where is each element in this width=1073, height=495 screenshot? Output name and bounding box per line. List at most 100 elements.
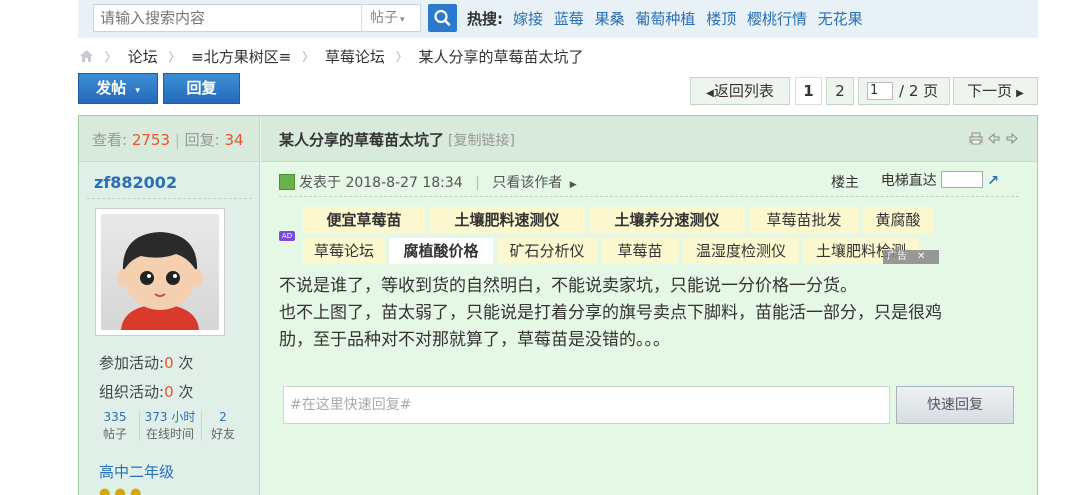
- activity-joined-unit: 次: [178, 354, 194, 372]
- hot-link[interactable]: 果桑: [595, 10, 625, 28]
- next-page-label: 下一页: [967, 82, 1013, 100]
- breadcrumb-item[interactable]: 论坛: [128, 48, 158, 66]
- new-post-button[interactable]: 发帖 ▾: [78, 73, 158, 104]
- post-title-bar: 某人分享的草莓苗太坑了 [复制链接]: [261, 116, 1037, 162]
- author-username[interactable]: zf882002: [94, 173, 177, 192]
- ad-link[interactable]: 草莓论坛: [303, 238, 385, 264]
- activity-joined-label: 参加活动:: [99, 354, 165, 372]
- triangle-left-icon: ◀: [706, 88, 714, 99]
- ad-link[interactable]: 矿石分析仪: [497, 238, 597, 264]
- replies-label: 回复:: [184, 131, 220, 149]
- print-icon[interactable]: [969, 132, 987, 148]
- search-type-label: 帖子: [370, 10, 398, 26]
- replies-count: 34: [224, 131, 244, 149]
- stat-posts[interactable]: 335 帖子: [97, 409, 133, 443]
- ad-badge: AD: [279, 231, 295, 241]
- search-type-select[interactable]: 帖子 ▾: [361, 5, 421, 31]
- page-jump-input[interactable]: 1: [867, 82, 893, 100]
- hot-link[interactable]: 葡萄种植: [635, 10, 695, 28]
- page-total: / 2 页: [899, 82, 939, 100]
- stat-online-label: 在线时间: [145, 427, 194, 441]
- home-icon[interactable]: [79, 48, 99, 66]
- ad-close-button[interactable]: 广告 ✕: [883, 250, 939, 264]
- floor-label: 楼主: [831, 175, 859, 191]
- hot-search-label: 热搜:: [467, 10, 503, 28]
- activity-joined: 参加活动:0 次: [99, 352, 193, 373]
- hot-link[interactable]: 蓝莓: [554, 10, 584, 28]
- medal-icon: ● ● ●: [99, 486, 142, 495]
- stat-friends-label: 好友: [210, 427, 235, 441]
- views-label: 查看:: [92, 131, 128, 149]
- page-number: 2: [835, 82, 845, 100]
- post-container: 查看: 2753 | 回复: 34 zf882002 参加活动:0 次 组织活动…: [78, 115, 1038, 495]
- chevron-right-icon: 〉: [104, 50, 117, 64]
- stat-friends[interactable]: 2 好友: [205, 409, 241, 443]
- triangle-right-icon: ▶: [569, 180, 577, 190]
- ad-link[interactable]: 草莓苗: [601, 238, 679, 264]
- go-arrow-icon[interactable]: ↗: [987, 173, 999, 189]
- activity-joined-value: 0: [164, 354, 174, 372]
- hot-link[interactable]: 樱桃行情: [747, 10, 807, 28]
- hot-link[interactable]: 无花果: [818, 10, 863, 28]
- search-box: 帖子▾: [93, 4, 421, 32]
- user-grade[interactable]: 高中二年级: [99, 461, 174, 482]
- ad-link[interactable]: 便宜草莓苗: [303, 207, 425, 233]
- divider: [87, 198, 252, 199]
- posted-time: 发表于 2018-8-27 18:34: [299, 175, 463, 191]
- page-number: 1: [803, 82, 814, 100]
- thread-stats: 查看: 2753 | 回复: 34: [79, 116, 259, 162]
- page-jump: 1 / 2 页: [858, 77, 950, 105]
- copy-link-button[interactable]: [复制链接]: [448, 133, 515, 149]
- back-to-list-button[interactable]: ◀返回列表: [690, 77, 790, 105]
- ad-link[interactable]: 土壤养分速测仪: [589, 207, 745, 233]
- page-link-current[interactable]: 1: [795, 77, 822, 105]
- hot-search-links: 嫁接 蓝莓 果桑 葡萄种植 楼顶 樱桃行情 无花果: [513, 8, 869, 29]
- title-actions: [969, 132, 1019, 148]
- next-page-button[interactable]: 下一页 ▶: [953, 77, 1038, 105]
- ad-block: AD 便宜草莓苗 土壤肥料速测仪 土壤养分速测仪 草莓苗批发 黄腐酸 草莓论坛 …: [279, 205, 959, 267]
- stat-online[interactable]: 373 小时 在线时间: [143, 409, 197, 443]
- top-search-bar: 帖子▾ 热搜: 嫁接 蓝莓 果桑 葡萄种植 楼顶 樱桃行情 无花果: [78, 0, 1038, 38]
- ad-link[interactable]: 腐植酸价格: [389, 238, 493, 264]
- divider: [201, 411, 202, 441]
- chevron-down-icon: ▾: [400, 15, 405, 25]
- avatar-image: [101, 214, 219, 330]
- elevator-input[interactable]: [940, 171, 983, 188]
- previous-thread-icon[interactable]: [987, 132, 1005, 148]
- activity-organized-value: 0: [164, 383, 174, 401]
- avatar[interactable]: [95, 208, 225, 336]
- chevron-right-icon: 〉: [302, 50, 315, 64]
- post-meta: 发表于 2018-8-27 18:34 | 只看该作者 ▶ 楼主 电梯直达 ↗: [279, 171, 1019, 194]
- post-title-text: 某人分享的草莓苗太坑了: [279, 131, 445, 149]
- author-sidebar: 查看: 2753 | 回复: 34 zf882002 参加活动:0 次 组织活动…: [79, 116, 260, 495]
- triangle-right-icon: ▶: [1016, 88, 1024, 99]
- new-post-label: 发帖: [96, 79, 127, 97]
- divider: [139, 411, 140, 441]
- post-body: 某人分享的草莓苗太坑了 [复制链接] 发表于 2018-8-27 18:34 | …: [261, 116, 1037, 495]
- content-line: 也不上图了，苗太弱了，只能说是打着分享的旗号卖点下脚料，苗能活一部分，只是很鸡: [279, 303, 942, 323]
- search-button[interactable]: [428, 4, 457, 32]
- reply-button[interactable]: 回复: [163, 73, 240, 104]
- ad-link[interactable]: 土壤肥料速测仪: [429, 207, 585, 233]
- search-icon: [434, 9, 451, 26]
- breadcrumb-item[interactable]: 草莓论坛: [325, 48, 385, 66]
- ad-link[interactable]: 温湿度检测仪: [683, 238, 799, 264]
- quick-reply-input[interactable]: #在这里快速回复#: [283, 386, 890, 424]
- ad-close-label: 广告: [887, 251, 907, 262]
- quick-reply-button[interactable]: 快速回复: [896, 386, 1014, 424]
- reply-label: 回复: [186, 79, 217, 97]
- breadcrumb: 〉 论坛 〉 ≡北方果树区≡ 〉 草莓论坛 〉 某人分享的草莓苗太坑了: [79, 46, 584, 66]
- page-link[interactable]: 2: [826, 77, 854, 105]
- separator: |: [475, 175, 480, 191]
- breadcrumb-item[interactable]: 某人分享的草莓苗太坑了: [418, 48, 583, 66]
- hot-link[interactable]: 楼顶: [706, 10, 736, 28]
- author-only-link[interactable]: 只看该作者: [492, 175, 562, 191]
- views-count: 2753: [131, 131, 171, 149]
- ad-link[interactable]: 黄腐酸: [863, 207, 933, 233]
- ad-link[interactable]: 草莓苗批发: [749, 207, 859, 233]
- next-thread-icon[interactable]: [1005, 132, 1019, 148]
- search-input[interactable]: [94, 5, 360, 31]
- hot-link[interactable]: 嫁接: [513, 10, 543, 28]
- stat-friends-value: 2: [219, 410, 227, 424]
- breadcrumb-item[interactable]: ≡北方果树区≡: [191, 48, 291, 66]
